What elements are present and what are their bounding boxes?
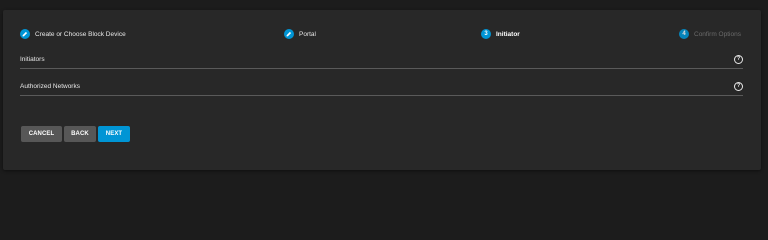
back-button[interactable]: BACK (64, 126, 96, 142)
next-button[interactable]: NEXT (98, 126, 130, 142)
initiators-field[interactable]: Initiators ? (20, 55, 743, 69)
step-label: Create or Choose Block Device (35, 30, 126, 38)
pencil-icon (284, 29, 294, 39)
step-label: Initiator (496, 30, 520, 38)
step-portal[interactable]: Portal (284, 28, 316, 40)
step-number: 3 (481, 29, 491, 39)
step-initiator[interactable]: 3 Initiator (481, 28, 520, 40)
step-label: Confirm Options (694, 30, 741, 38)
step-confirm-options[interactable]: 4 Confirm Options (679, 28, 741, 40)
help-circle-icon[interactable]: ? (734, 82, 743, 91)
pencil-icon (20, 29, 30, 39)
authorized-networks-field[interactable]: Authorized Networks ? (20, 82, 743, 96)
step-label: Portal (299, 30, 316, 38)
step-create-block-device[interactable]: Create or Choose Block Device (20, 28, 126, 40)
initiators-label: Initiators (20, 56, 45, 63)
step-number: 4 (679, 29, 689, 39)
wizard-card: Create or Choose Block Device Portal 3 I… (3, 10, 761, 170)
help-circle-icon[interactable]: ? (734, 55, 743, 64)
authorized-networks-label: Authorized Networks (20, 83, 80, 90)
cancel-button[interactable]: CANCEL (21, 126, 62, 142)
